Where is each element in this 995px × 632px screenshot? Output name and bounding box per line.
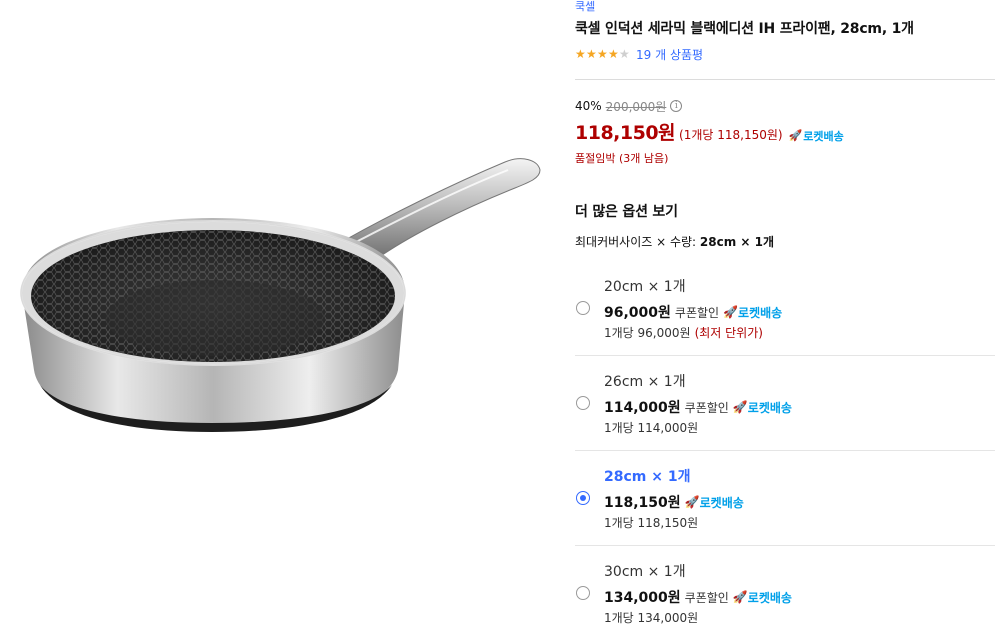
rocket-icon: 🚀 xyxy=(732,400,748,414)
star-icon: ★ xyxy=(619,47,630,61)
discount-rate: 40% xyxy=(575,99,602,113)
star-icon: ★ xyxy=(575,47,586,61)
summary-value: 28cm × 1개 xyxy=(699,235,775,249)
option-price: 96,000원 xyxy=(604,305,671,321)
option-26cm[interactable]: 26cm × 1개 114,000원 쿠폰할인 🚀 로켓배송 1개당 114,00… xyxy=(575,366,995,446)
option-price: 118,150원 xyxy=(604,495,681,511)
coupon-label: 쿠폰할인 xyxy=(674,305,720,320)
sale-price: 118,150원 xyxy=(575,122,676,144)
option-unit-price: 1개당 118,150원 xyxy=(604,516,699,530)
option-price: 134,000원 xyxy=(604,590,681,606)
rocket-label: 로켓배송 xyxy=(747,590,792,605)
product-title: 쿡셀 인덕션 세라믹 블랙에디션 IH 프라이팬, 28cm, 1개 xyxy=(575,21,914,37)
original-price: 200,000원 xyxy=(605,99,667,114)
rocket-label: 로켓배송 xyxy=(738,305,783,320)
rocket-delivery-badge: 🚀 로켓배송 xyxy=(733,589,792,606)
unit-price-text: 1개당 96,000원 xyxy=(604,326,691,340)
option-30cm[interactable]: 30cm × 1개 134,000원 쿠폰할인 🚀 로켓배송 1개당 134,00… xyxy=(575,556,995,632)
rocket-label: 로켓배송 xyxy=(747,400,792,415)
summary-label: 최대커버사이즈 × 수량: xyxy=(575,235,697,249)
rocket-delivery-badge: 🚀 로켓배송 xyxy=(685,494,744,511)
option-price-row: 118,150원 🚀 로켓배송 xyxy=(604,492,744,512)
rating-stars: ★ ★ ★ ★ ★ xyxy=(575,47,630,61)
option-name: 30cm × 1개 xyxy=(604,564,686,580)
selected-option-summary: 최대커버사이즈 × 수량: 28cm × 1개 xyxy=(575,233,774,250)
product-image[interactable] xyxy=(0,0,560,632)
sale-row: 118,150원 (1개당 118,150원) 🚀 로켓배송 xyxy=(575,118,844,144)
option-divider xyxy=(575,355,995,356)
frying-pan-image xyxy=(20,158,541,432)
coupon-label: 쿠폰할인 xyxy=(684,590,729,605)
rocket-icon: 🚀 xyxy=(684,495,700,509)
option-price-row: 134,000원 쿠폰할인 🚀 로켓배송 xyxy=(604,587,792,607)
discount-row: 40% 200,000원 i xyxy=(575,98,844,114)
info-icon[interactable]: i xyxy=(670,100,683,112)
option-radio-selected[interactable] xyxy=(576,491,590,505)
star-icon: ★ xyxy=(608,47,619,61)
option-radio[interactable] xyxy=(576,396,590,410)
unit-price: (1개당 118,150원) xyxy=(679,128,783,142)
rocket-icon: 🚀 xyxy=(723,305,739,319)
option-price-row: 96,000원 쿠폰할인 🚀 로켓배송 xyxy=(604,302,782,322)
more-options-title: 더 많은 옵션 보기 xyxy=(575,204,678,220)
rocket-icon: 🚀 xyxy=(788,129,803,142)
star-icon: ★ xyxy=(597,47,608,61)
option-price-row: 114,000원 쿠폰할인 🚀 로켓배송 xyxy=(604,397,792,417)
option-unit-price: 1개당 114,000원 xyxy=(604,421,699,435)
option-20cm[interactable]: 20cm × 1개 96,000원 쿠폰할인 🚀 로켓배송 1개당 96,000원… xyxy=(575,270,995,352)
rocket-delivery-badge: 🚀 로켓배송 xyxy=(789,128,844,144)
option-name: 20cm × 1개 xyxy=(604,279,686,295)
rocket-delivery-badge: 🚀 로켓배송 xyxy=(733,399,792,416)
option-price: 114,000원 xyxy=(604,400,681,416)
price-block: 40% 200,000원 i 118,150원 (1개당 118,150원) 🚀… xyxy=(575,98,844,165)
option-divider xyxy=(575,545,995,546)
rocket-label: 로켓배송 xyxy=(699,495,744,510)
rating-row: ★ ★ ★ ★ ★ 19 개 상품평 xyxy=(575,46,995,62)
coupon-label: 쿠폰할인 xyxy=(684,400,729,415)
stock-status: 품절임박 (3개 남음) xyxy=(575,152,669,165)
option-radio[interactable] xyxy=(576,301,590,315)
option-28cm[interactable]: 28cm × 1개 118,150원 🚀 로켓배송 1개당 118,150원 xyxy=(575,461,995,541)
lowest-unit-price-tag: (최저 단위가) xyxy=(694,326,763,340)
option-name: 26cm × 1개 xyxy=(604,374,686,390)
option-radio[interactable] xyxy=(576,586,590,600)
divider xyxy=(575,79,995,80)
option-name: 28cm × 1개 xyxy=(604,469,691,485)
star-icon: ★ xyxy=(586,47,597,61)
product-info-panel: 쿡셀 쿡셀 인덕션 세라믹 블랙에디션 IH 프라이팬, 28cm, 1개 ★ ★… xyxy=(575,0,995,632)
rocket-icon: 🚀 xyxy=(732,590,748,604)
brand-link[interactable]: 쿡셀 xyxy=(575,0,995,14)
option-divider xyxy=(575,450,995,451)
review-count-link[interactable]: 19 개 상품평 xyxy=(636,46,703,63)
rocket-label: 로켓배송 xyxy=(803,129,844,143)
rocket-delivery-badge: 🚀 로켓배송 xyxy=(723,304,782,321)
option-unit-price: 1개당 96,000원 (최저 단위가) xyxy=(604,324,763,341)
option-unit-price: 1개당 134,000원 xyxy=(604,611,699,625)
